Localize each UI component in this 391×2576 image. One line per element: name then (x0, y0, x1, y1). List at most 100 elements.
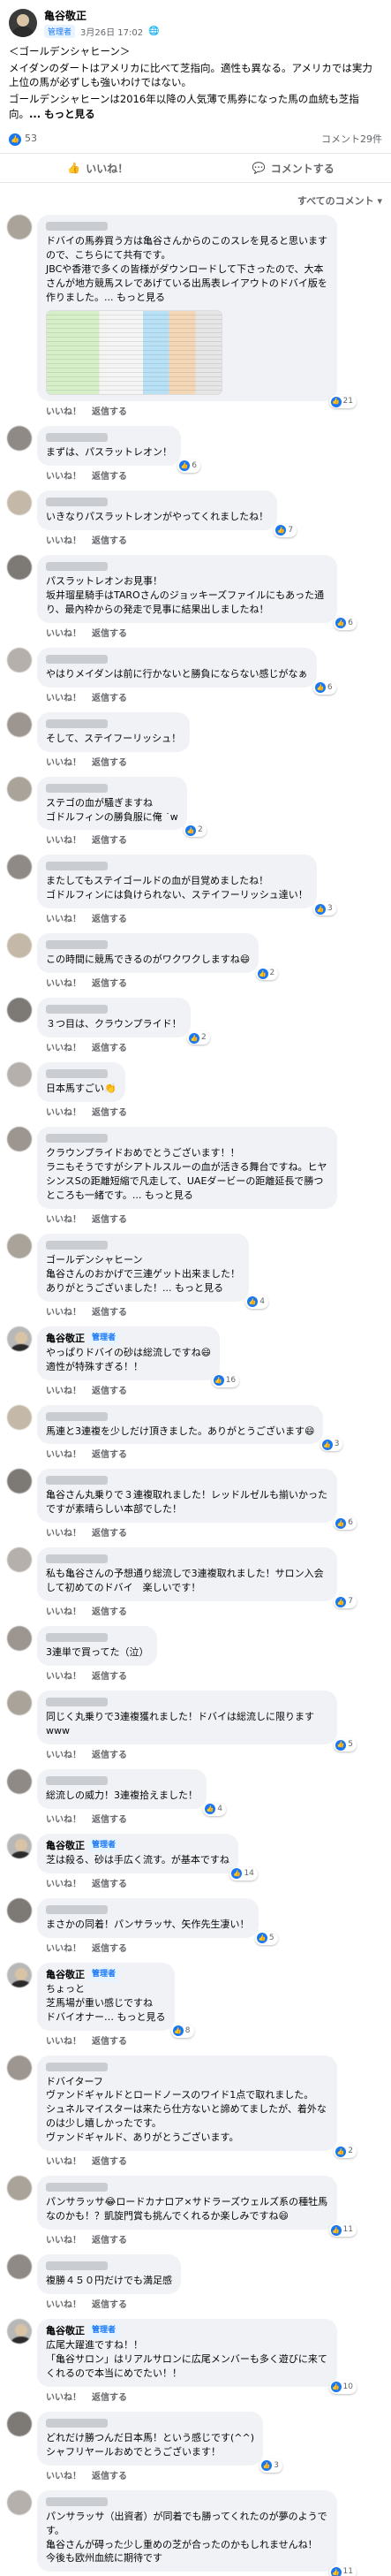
comment-reply-button[interactable]: 返信する (92, 2297, 127, 2310)
comment-like-button[interactable]: いいね！ (46, 2154, 81, 2167)
commenter-name-row[interactable]: 亀谷敬正 管理者 (46, 1968, 166, 1982)
commenter-name-row[interactable] (46, 497, 108, 506)
comment-reaction-count[interactable]: 👍 3 (320, 1438, 343, 1452)
comment-like-button[interactable]: いいね！ (46, 404, 81, 417)
comment-reaction-count[interactable]: 👍 7 (274, 523, 297, 537)
comment-reaction-count[interactable]: 👍 2 (186, 1031, 210, 1045)
comment-reaction-count[interactable]: 👍 3 (313, 902, 336, 916)
commenter-avatar[interactable] (7, 1326, 32, 1351)
comment-reaction-count[interactable]: 👍 2 (334, 2145, 357, 2159)
comment-reply-button[interactable]: 返信する (92, 626, 127, 639)
commenter-name-row[interactable]: 亀谷敬正 管理者 (46, 2324, 328, 2338)
comment-reaction-count[interactable]: 👍 11 (328, 2565, 357, 2576)
author-avatar[interactable] (9, 9, 37, 37)
comment-like-button[interactable]: いいね！ (46, 832, 81, 846)
commenter-avatar[interactable] (7, 1547, 32, 1573)
comment-reply-button[interactable]: 返信する (92, 1383, 127, 1396)
commenter-avatar[interactable] (7, 1404, 32, 1430)
attached-spreadsheet-image[interactable] (46, 310, 222, 396)
comment-reaction-count[interactable]: 👍 7 (334, 1595, 357, 1609)
commenter-name-row[interactable] (46, 1904, 108, 1914)
comment-reply-button[interactable]: 返信する (92, 1040, 127, 1053)
commenter-name-row[interactable] (46, 1776, 108, 1786)
commenter-avatar[interactable] (7, 2489, 32, 2515)
commenter-name-row[interactable] (46, 2062, 108, 2071)
comment-reply-button[interactable]: 返信する (92, 533, 127, 546)
comment-reply-button[interactable]: 返信する (92, 1105, 127, 1118)
comment-reply-button[interactable]: 返信する (92, 1604, 127, 1617)
comment-reaction-count[interactable]: 👍 10 (328, 2380, 357, 2394)
commenter-avatar[interactable] (7, 1062, 32, 1088)
comment-like-button[interactable]: いいね！ (46, 911, 81, 924)
like-button[interactable]: 👍 いいね！ (0, 154, 196, 182)
comment-like-button[interactable]: いいね！ (46, 1447, 81, 1460)
commenter-name-row[interactable] (46, 862, 108, 871)
comment-reaction-count[interactable]: 👍 5 (334, 1738, 357, 1752)
comment-like-button[interactable]: いいね！ (46, 468, 81, 482)
comment-reply-button[interactable]: 返信する (92, 1812, 127, 1825)
comment-like-button[interactable]: いいね！ (46, 1668, 81, 1682)
comment-reply-button[interactable]: 返信する (92, 2154, 127, 2167)
commenter-name-row[interactable] (46, 2418, 108, 2428)
comment-like-button[interactable]: いいね！ (46, 1040, 81, 1053)
commenter-name-row[interactable] (46, 1134, 108, 1144)
comment-reaction-count[interactable]: 👍 21 (328, 395, 357, 409)
comment-reply-button[interactable]: 返信する (92, 832, 127, 846)
comment-reaction-count[interactable]: 👍 14 (229, 1866, 258, 1881)
commenter-name[interactable]: 亀谷敬正 (46, 1968, 85, 1982)
comment-reaction-count[interactable]: 👍 6 (177, 459, 200, 473)
comment-reply-button[interactable]: 返信する (92, 1668, 127, 1682)
comment-reply-button[interactable]: 返信する (92, 1876, 127, 1889)
comment-reaction-count[interactable]: 👍 8 (170, 2024, 194, 2038)
comment-reaction-count[interactable]: 👍 4 (245, 1295, 268, 1309)
commenter-name-row[interactable] (46, 783, 108, 793)
comment-reaction-count[interactable]: 👍 16 (211, 1373, 240, 1387)
comment-reply-button[interactable]: 返信する (92, 2390, 127, 2403)
commenter-avatar[interactable] (7, 711, 32, 737)
comment-like-button[interactable]: いいね！ (46, 1747, 81, 1760)
comment-like-button[interactable]: いいね！ (46, 2033, 81, 2047)
commenter-avatar[interactable] (7, 554, 32, 580)
comment-like-button[interactable]: いいね！ (46, 1604, 81, 1617)
comment-reaction-count[interactable]: 👍 6 (334, 616, 357, 630)
comment-reaction-count[interactable]: 👍 6 (334, 1516, 357, 1531)
commenter-name-row[interactable] (46, 654, 108, 664)
comment-sort-dropdown[interactable]: すべてのコメント ▾ (0, 183, 391, 215)
comment-reply-button[interactable]: 返信する (92, 911, 127, 924)
commenter-name[interactable]: 亀谷敬正 (46, 1839, 85, 1853)
commenter-name-row[interactable] (46, 1633, 108, 1643)
comment-like-button[interactable]: いいね！ (46, 1212, 81, 1225)
comment-reply-button[interactable]: 返信する (92, 1212, 127, 1225)
commenter-avatar[interactable] (7, 933, 32, 959)
commenter-avatar[interactable] (7, 776, 32, 802)
commenter-name-row[interactable] (46, 1554, 108, 1564)
commenter-avatar[interactable] (7, 1469, 32, 1494)
comment-like-button[interactable]: いいね！ (46, 1525, 81, 1539)
commenter-name-row[interactable]: 亀谷敬正 管理者 (46, 1839, 229, 1853)
commenter-name-row[interactable] (46, 433, 108, 443)
commenter-avatar[interactable] (7, 2055, 32, 2080)
commenter-avatar[interactable] (7, 215, 32, 240)
comment-reaction-count[interactable]: 👍 4 (203, 1802, 226, 1816)
comment-like-button[interactable]: いいね！ (46, 626, 81, 639)
post-date[interactable]: 3月26日 17:02 (80, 25, 143, 38)
commenter-avatar[interactable] (7, 426, 32, 452)
commenter-avatar[interactable] (7, 2176, 32, 2201)
commenter-name[interactable]: 亀谷敬正 (46, 2324, 85, 2338)
commenter-name-row[interactable] (46, 2496, 108, 2506)
commenter-name-row[interactable] (46, 1476, 108, 1486)
commenter-name-row[interactable] (46, 1240, 108, 1250)
commenter-name-row[interactable] (46, 561, 108, 571)
commenter-name-row[interactable] (46, 2261, 108, 2271)
comment-like-button[interactable]: いいね！ (46, 976, 81, 989)
commenter-name-row[interactable] (46, 1698, 108, 1707)
commenter-name-row[interactable] (46, 222, 108, 232)
commenter-avatar[interactable] (7, 1691, 32, 1716)
commenter-avatar[interactable] (7, 1897, 32, 1923)
comment-like-button[interactable]: いいね！ (46, 2297, 81, 2310)
comment-reaction-count[interactable]: 👍 6 (312, 680, 336, 695)
comment-reply-button[interactable]: 返信する (92, 755, 127, 768)
comment-like-button[interactable]: いいね！ (46, 1941, 81, 1954)
comment-reaction-count[interactable]: 👍 2 (184, 824, 207, 838)
comment-reaction-count[interactable]: 👍 5 (254, 1931, 278, 1945)
